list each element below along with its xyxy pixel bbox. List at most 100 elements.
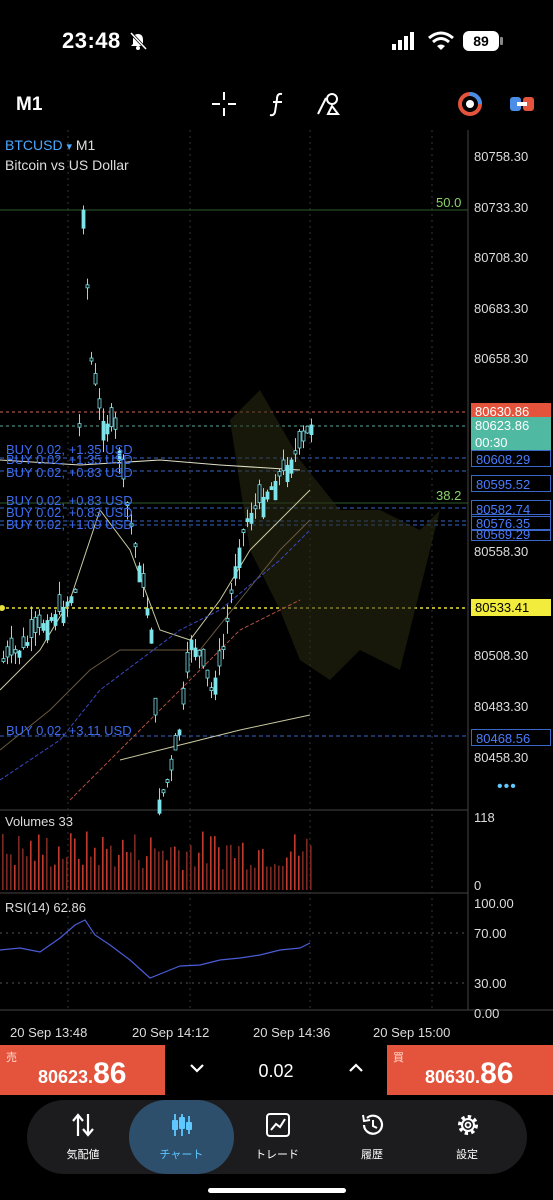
volume-bar [70, 833, 72, 890]
volume-bar [74, 838, 76, 890]
candle [209, 687, 214, 691]
symbol-header[interactable]: BTCUSD ▾ M1 [5, 137, 95, 153]
order-label[interactable]: BUY 0.02, +0.83 USD [6, 465, 133, 480]
nav-chart[interactable]: チャート [129, 1100, 234, 1174]
indicator-function-icon[interactable] [264, 90, 292, 118]
rsi-axis-label: 100.00 [474, 896, 514, 911]
candle [165, 779, 170, 783]
volume-field[interactable]: 0.02 [240, 1061, 312, 1082]
order-label[interactable]: BUY 0.02, +3.11 USD [6, 723, 132, 738]
candle [157, 799, 162, 814]
candle [29, 619, 34, 638]
volume-bar [194, 866, 196, 890]
candle [225, 617, 230, 622]
volume-bar [78, 858, 80, 890]
nav-history-label: 履歴 [361, 1149, 383, 1161]
time-axis-label: 20 Sep 14:12 [132, 1025, 210, 1040]
volume-bar [54, 864, 56, 890]
candle [233, 566, 238, 579]
volume-bar [146, 856, 148, 890]
trade-chart-icon [266, 1113, 290, 1137]
volume-bar [46, 837, 48, 890]
rsi-axis-label: 70.00 [474, 926, 507, 941]
buy-price-pips: 86 [480, 1057, 514, 1090]
candle [281, 459, 286, 472]
candle [97, 398, 102, 409]
buy-label: 買 [393, 1052, 404, 1064]
crosshair-icon[interactable] [210, 90, 238, 118]
candle [109, 407, 114, 428]
candle [141, 573, 146, 588]
price-axis-label: 80558.30 [474, 544, 529, 559]
candle [65, 601, 70, 607]
volume-bar [278, 865, 280, 890]
nav-quotes[interactable]: 気配値 [33, 1100, 133, 1174]
candle [177, 729, 182, 736]
volume-bar [286, 857, 288, 890]
volume-bar [150, 837, 152, 890]
timeframe-button[interactable]: M1 [16, 94, 42, 116]
nav-trade[interactable]: トレード [227, 1100, 327, 1174]
volume-bar [102, 836, 104, 890]
candle [105, 423, 110, 435]
volume-bar [250, 865, 252, 890]
volume-bar [154, 848, 156, 890]
volume-bar [166, 860, 168, 890]
candle [85, 284, 90, 289]
time-axis-label: 20 Sep 14:36 [253, 1025, 331, 1040]
more-options-icon[interactable]: ••• [497, 778, 517, 796]
order-label[interactable]: BUY 0.02, +1.09 USD [6, 517, 133, 532]
volume-bar [62, 858, 64, 890]
candlestick-chart-icon [172, 1114, 192, 1136]
nav-chart-label: チャート [159, 1149, 204, 1161]
nav-settings[interactable]: 設定 [417, 1100, 517, 1174]
symbol-name[interactable]: BTCUSD [5, 137, 63, 153]
wifi-icon [428, 31, 454, 50]
candle [73, 588, 78, 593]
home-indicator [208, 1188, 346, 1193]
chevron-down-icon[interactable]: ▾ [66, 141, 72, 153]
candle [201, 648, 206, 667]
candle [49, 617, 54, 621]
volume-bar [94, 847, 96, 890]
price-axis-label: 80758.30 [474, 149, 529, 164]
volume-bar [274, 864, 276, 890]
candle [9, 637, 14, 656]
order-price-label: 80608.29 [471, 450, 551, 467]
volume-bar [34, 860, 36, 890]
volumes-min-label: 0 [474, 878, 482, 893]
volume-bar [310, 845, 312, 890]
price-axis-label: 80708.30 [474, 250, 529, 265]
candle [309, 424, 314, 436]
volume-bar [202, 831, 204, 890]
chart-area[interactable]: BTCUSD ▾ M1 Bitcoin vs US Dollar 50.0 38… [0, 130, 553, 1045]
candle [69, 596, 74, 604]
volume-bar [162, 850, 164, 890]
candle [197, 649, 202, 657]
symbol-description: Bitcoin vs US Dollar [5, 157, 129, 173]
candle [185, 651, 190, 673]
volume-bar [210, 836, 212, 890]
volume-decrease-icon[interactable] [189, 1061, 205, 1075]
candle [41, 623, 46, 631]
buy-button[interactable]: 買 80630.86 [387, 1045, 553, 1095]
candle [229, 589, 234, 594]
volume-bar [158, 851, 160, 890]
drawing-objects-icon[interactable] [314, 90, 342, 118]
nav-quotes-label: 気配値 [66, 1149, 100, 1161]
candle [297, 431, 302, 449]
one-click-trading-icon[interactable] [456, 90, 484, 118]
sell-button[interactable]: 売 80623.86 [0, 1045, 165, 1095]
volumes-max-label: 118 [474, 810, 495, 825]
battery-tip [500, 37, 503, 45]
trade-levels-icon[interactable] [508, 90, 536, 118]
volume-bar [214, 836, 216, 890]
candle [237, 547, 242, 568]
time-axis-label: 20 Sep 15:00 [373, 1025, 451, 1040]
volume-bar [6, 853, 8, 890]
nav-history[interactable]: 履歴 [322, 1100, 422, 1174]
order-price-label: 80569.29 [471, 529, 551, 541]
status-bar: 23:48 89 [0, 0, 553, 80]
volume-bar [38, 834, 40, 890]
volume-increase-icon[interactable] [348, 1061, 364, 1075]
